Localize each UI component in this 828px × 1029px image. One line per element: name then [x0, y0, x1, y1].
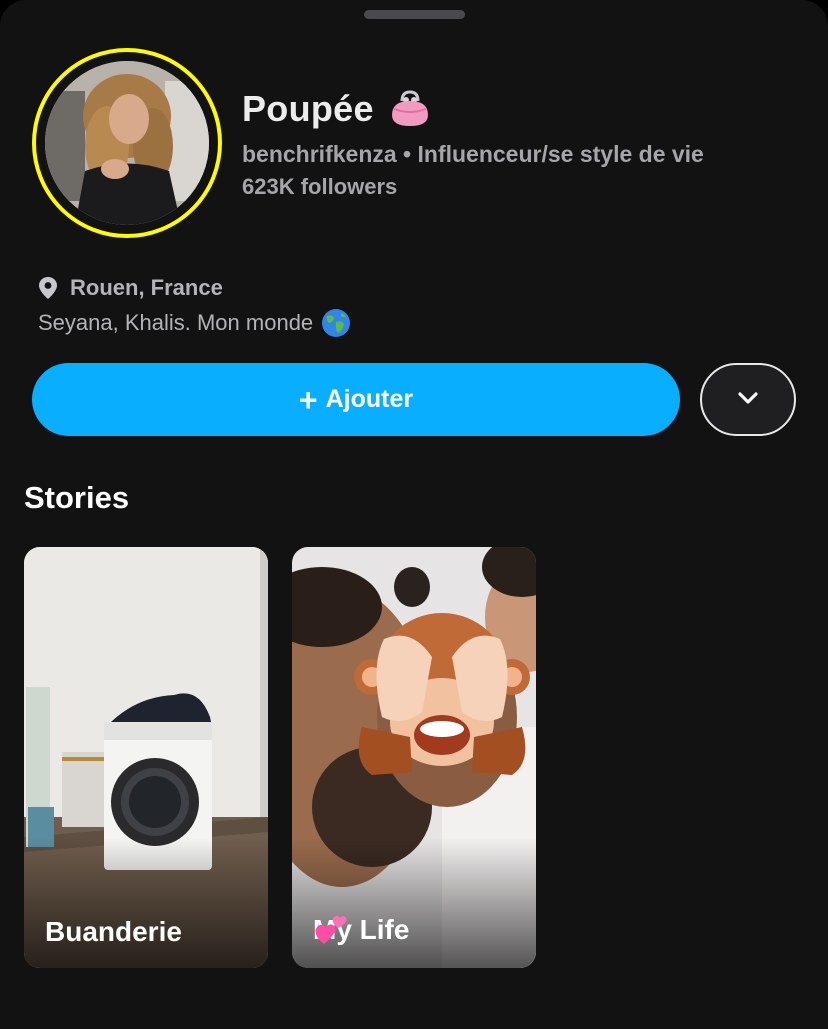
story-card-my-life[interactable]: My Life	[292, 547, 536, 968]
location-row: Rouen, France	[38, 275, 223, 301]
followers-count: 623K followers	[242, 174, 398, 199]
location-pin-icon	[38, 276, 58, 300]
sheet-grabber[interactable]	[364, 10, 465, 19]
story-label: Buanderie	[45, 916, 182, 948]
story-title: Buanderie	[45, 916, 182, 947]
stories-heading: Stories	[24, 480, 130, 515]
profile-sheet: Poupée benchrifkenza • Influenceur/se st…	[0, 0, 828, 1029]
display-name: Poupée	[242, 88, 374, 129]
story-card-buanderie[interactable]: Buanderie	[24, 547, 268, 968]
bio-row: Seyana, Khalis. Mon monde	[38, 308, 351, 338]
category: Influenceur/se style de vie	[417, 141, 704, 167]
username: benchrifkenza	[242, 141, 397, 167]
bio-text: Seyana, Khalis. Mon monde	[38, 310, 314, 335]
plus-icon: +	[298, 381, 318, 418]
separator-dot: •	[403, 141, 412, 167]
two-hearts-icon	[315, 912, 453, 948]
more-options-button[interactable]	[700, 363, 796, 436]
chevron-down-icon	[737, 391, 759, 408]
globe-icon	[321, 308, 351, 338]
add-button-label: Ajouter	[325, 385, 414, 413]
avatar-image	[45, 61, 209, 225]
location-text: Rouen, France	[70, 275, 223, 300]
avatar[interactable]	[45, 61, 209, 225]
add-friend-button[interactable]: + Ajouter	[32, 363, 680, 436]
pink-purse-icon	[388, 89, 432, 129]
story-label-shade	[292, 838, 536, 968]
story-label: My Life	[313, 912, 453, 948]
profile-name-row: Poupée	[242, 88, 432, 130]
avatar-story-ring[interactable]	[32, 48, 222, 238]
profile-subtitle: benchrifkenza • Influenceur/se style de …	[242, 141, 704, 168]
story-label-shade	[24, 838, 268, 968]
